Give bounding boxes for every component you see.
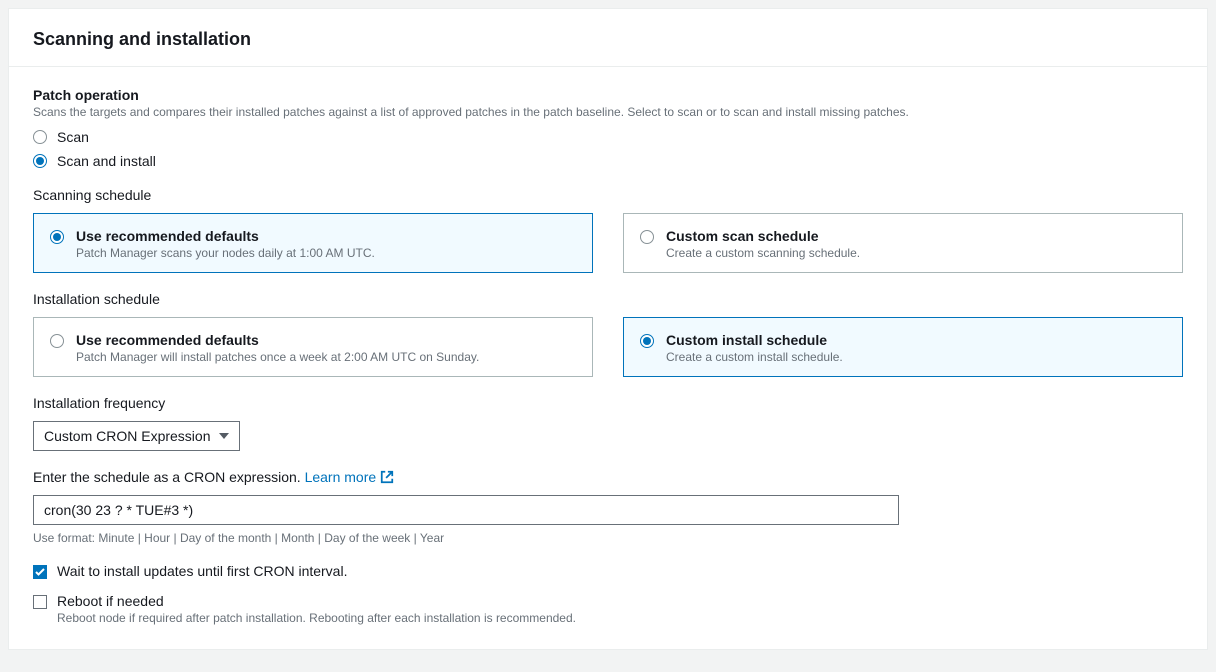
learn-more-link[interactable]: Learn more bbox=[305, 469, 395, 485]
cron-label-row: Enter the schedule as a CRON expression.… bbox=[33, 469, 1183, 487]
panel-title: Scanning and installation bbox=[33, 29, 1183, 50]
radio-scan-install[interactable]: Scan and install bbox=[33, 153, 1183, 169]
install-schedule-custom[interactable]: Custom install schedule Create a custom … bbox=[623, 317, 1183, 377]
scan-rec-desc: Patch Manager scans your nodes daily at … bbox=[76, 246, 375, 260]
radio-icon bbox=[50, 334, 64, 348]
patch-operation-section: Patch operation Scans the targets and co… bbox=[33, 87, 1183, 169]
cron-expression-section: Enter the schedule as a CRON expression.… bbox=[33, 469, 1183, 545]
install-rec-desc: Patch Manager will install patches once … bbox=[76, 350, 479, 364]
radio-icon bbox=[640, 334, 654, 348]
scan-schedule-recommended[interactable]: Use recommended defaults Patch Manager s… bbox=[33, 213, 593, 273]
install-custom-desc: Create a custom install schedule. bbox=[666, 350, 843, 364]
external-link-icon bbox=[380, 470, 394, 487]
installation-schedule-label: Installation schedule bbox=[33, 291, 1183, 307]
install-rec-title: Use recommended defaults bbox=[76, 332, 479, 348]
scanning-installation-panel: Scanning and installation Patch operatio… bbox=[8, 8, 1208, 650]
cron-expression-input[interactable] bbox=[33, 495, 899, 525]
radio-icon bbox=[33, 154, 47, 168]
install-schedule-recommended[interactable]: Use recommended defaults Patch Manager w… bbox=[33, 317, 593, 377]
chevron-down-icon bbox=[219, 433, 229, 439]
reboot-desc: Reboot node if required after patch inst… bbox=[57, 611, 576, 625]
scan-custom-title: Custom scan schedule bbox=[666, 228, 860, 244]
reboot-label: Reboot if needed bbox=[57, 593, 576, 609]
patch-operation-desc: Scans the targets and compares their ins… bbox=[33, 105, 1183, 119]
cron-label: Enter the schedule as a CRON expression. bbox=[33, 469, 305, 485]
installation-schedule-section: Installation schedule Use recommended de… bbox=[33, 291, 1183, 377]
radio-icon bbox=[640, 230, 654, 244]
scan-custom-desc: Create a custom scanning schedule. bbox=[666, 246, 860, 260]
scan-schedule-custom[interactable]: Custom scan schedule Create a custom sca… bbox=[623, 213, 1183, 273]
install-custom-title: Custom install schedule bbox=[666, 332, 843, 348]
scanning-schedule-section: Scanning schedule Use recommended defaul… bbox=[33, 187, 1183, 273]
checkbox-icon bbox=[33, 595, 47, 609]
installation-frequency-label: Installation frequency bbox=[33, 395, 1183, 411]
scanning-schedule-options: Use recommended defaults Patch Manager s… bbox=[33, 213, 1183, 273]
cron-hint: Use format: Minute | Hour | Day of the m… bbox=[33, 531, 1183, 545]
radio-icon bbox=[50, 230, 64, 244]
installation-schedule-options: Use recommended defaults Patch Manager w… bbox=[33, 317, 1183, 377]
radio-scan[interactable]: Scan bbox=[33, 129, 1183, 145]
radio-icon bbox=[33, 130, 47, 144]
checkbox-icon bbox=[33, 565, 47, 579]
radio-scan-install-label: Scan and install bbox=[57, 153, 156, 169]
patch-operation-label: Patch operation bbox=[33, 87, 1183, 103]
radio-scan-label: Scan bbox=[57, 129, 89, 145]
scanning-schedule-label: Scanning schedule bbox=[33, 187, 1183, 203]
wait-cron-checkbox-row[interactable]: Wait to install updates until first CRON… bbox=[33, 563, 1183, 579]
reboot-checkbox-row[interactable]: Reboot if needed Reboot node if required… bbox=[33, 593, 1183, 625]
panel-header: Scanning and installation bbox=[9, 9, 1207, 67]
installation-frequency-section: Installation frequency Custom CRON Expre… bbox=[33, 395, 1183, 451]
panel-body: Patch operation Scans the targets and co… bbox=[9, 67, 1207, 649]
select-value: Custom CRON Expression bbox=[44, 428, 211, 444]
wait-cron-label: Wait to install updates until first CRON… bbox=[57, 563, 347, 579]
installation-frequency-select[interactable]: Custom CRON Expression bbox=[33, 421, 240, 451]
scan-rec-title: Use recommended defaults bbox=[76, 228, 375, 244]
